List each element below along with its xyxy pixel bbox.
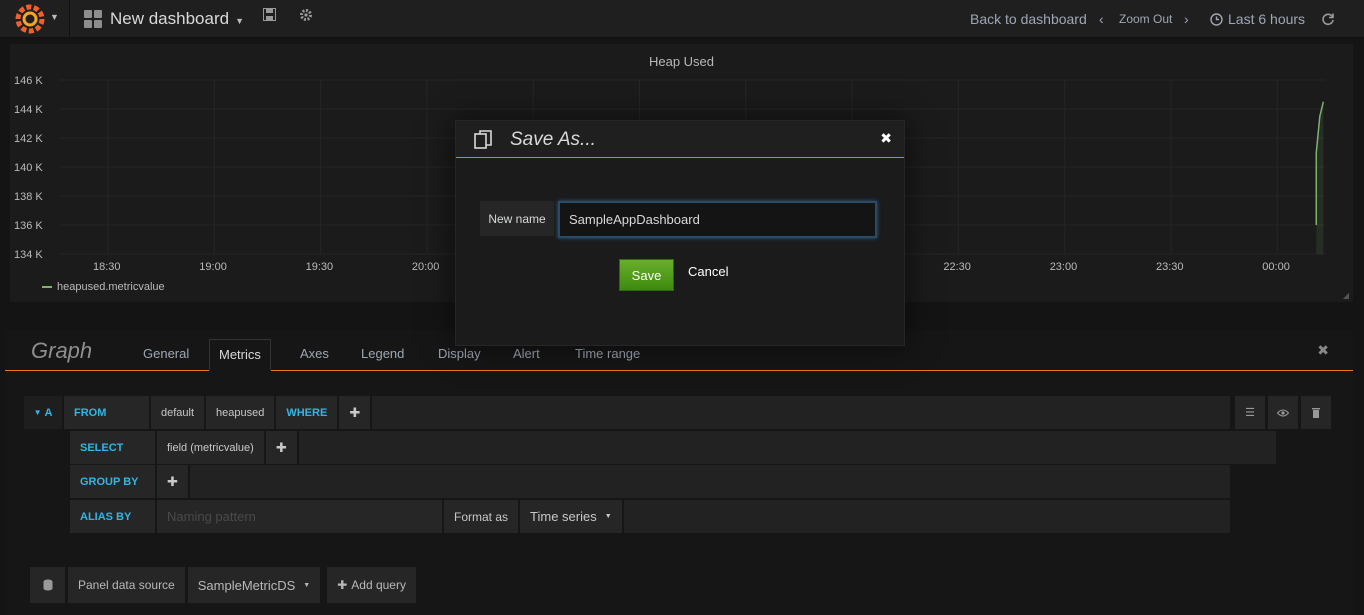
format-select-value: Time series	[530, 509, 597, 524]
y-tick-label: 146 K	[14, 75, 43, 87]
alias-input[interactable]: Naming pattern	[157, 500, 442, 533]
format-select[interactable]: Time series ▼	[520, 500, 622, 533]
group-by-keyword: GROUP BY	[70, 465, 155, 498]
eye-icon[interactable]	[1268, 396, 1298, 429]
save-as-modal: Save As... ✖ New name Save Cancel	[455, 120, 905, 346]
y-tick-label: 142 K	[14, 133, 43, 145]
save-icon[interactable]	[263, 8, 276, 24]
legend-item[interactable]: heapused.metricvalue	[42, 281, 165, 293]
query-row-select: SELECT field (metricvalue) ✚	[70, 431, 1276, 464]
x-tick-label: 23:30	[1156, 261, 1184, 273]
caret-down-icon: ▼	[50, 12, 59, 22]
row-fill	[298, 431, 1276, 464]
format-as-label: Format as	[444, 500, 519, 533]
x-tick-label: 23:00	[1050, 261, 1078, 273]
legend-label: heapused.metricvalue	[57, 281, 165, 293]
datasource-select[interactable]: SampleMetricDS ▼	[187, 567, 321, 603]
tab-metrics[interactable]: Metrics	[209, 339, 271, 371]
query-row-group-by: GROUP BY ✚	[70, 465, 1230, 498]
where-keyword: WHERE	[276, 396, 338, 429]
x-tick-label: 20:00	[412, 261, 440, 273]
x-tick-label: 19:00	[199, 261, 227, 273]
clock-icon	[1210, 12, 1223, 26]
row-fill	[189, 465, 1230, 498]
database-icon	[30, 567, 65, 603]
add-where-button[interactable]: ✚	[339, 396, 371, 429]
zoom-out-button[interactable]: Zoom Out	[1119, 0, 1172, 38]
query-row-from: ▼ A FROM default heapused WHERE ✚	[24, 396, 1230, 429]
resize-handle-icon[interactable]: ◢	[1343, 291, 1349, 300]
query-row-alias: ALIAS BY Naming pattern Format as Time s…	[70, 500, 1230, 533]
y-tick-label: 144 K	[14, 104, 43, 116]
dashboard-grid-icon	[84, 10, 102, 28]
editor-title: Graph	[31, 338, 93, 363]
back-to-dashboard-label: Back to dashboard	[970, 11, 1087, 27]
x-tick-label: 00:00	[1262, 261, 1290, 273]
add-query-label: Add query	[351, 578, 406, 592]
plus-icon: ✚	[337, 578, 348, 592]
series-area	[1316, 101, 1324, 254]
caret-down-icon: ▼	[235, 16, 244, 26]
save-button[interactable]: Save	[619, 259, 674, 291]
measurement-segment[interactable]: heapused	[206, 396, 275, 429]
time-range-label: Last 6 hours	[1228, 11, 1306, 27]
time-picker-button[interactable]: Last 6 hours	[1210, 0, 1305, 38]
select-keyword: SELECT	[70, 431, 155, 464]
tab-general[interactable]: General	[134, 339, 198, 371]
y-tick-label: 138 K	[14, 191, 43, 203]
from-keyword: FROM	[64, 396, 149, 429]
add-group-by-button[interactable]: ✚	[157, 465, 188, 498]
chevron-right-icon[interactable]: ›	[1184, 0, 1189, 38]
gear-icon[interactable]	[299, 8, 313, 25]
query-actions: ☰	[1232, 396, 1331, 429]
grafana-menu[interactable]: ▼	[0, 0, 70, 38]
back-to-dashboard-link[interactable]: Back to dashboard	[970, 0, 1087, 38]
new-name-label: New name	[480, 201, 554, 236]
datasource-row: Panel data source SampleMetricDS ▼ ✚ Add…	[30, 567, 419, 603]
row-fill	[623, 500, 1230, 533]
add-query-button[interactable]: ✚ Add query	[327, 567, 416, 603]
datasource-value: SampleMetricDS	[197, 577, 296, 593]
x-tick-label: 18:30	[93, 261, 121, 273]
policy-segment[interactable]: default	[151, 396, 205, 429]
grafana-logo-icon	[15, 4, 45, 34]
query-letter: A	[44, 406, 53, 419]
add-select-button[interactable]: ✚	[265, 431, 297, 464]
trash-icon[interactable]	[1301, 396, 1331, 429]
query-letter-toggle[interactable]: ▼ A	[24, 396, 62, 429]
modal-title: Save As...	[510, 129, 596, 150]
tab-axes[interactable]: Axes	[291, 339, 338, 371]
new-name-input[interactable]	[558, 201, 877, 238]
series-swatch	[42, 286, 52, 288]
caret-down-icon: ▼	[303, 581, 311, 589]
refresh-icon[interactable]	[1321, 0, 1335, 38]
y-tick-label: 136 K	[14, 220, 43, 232]
x-tick-label: 19:30	[306, 261, 334, 273]
row-fill	[372, 396, 1230, 429]
datasource-label: Panel data source	[68, 567, 185, 603]
zoom-out-label: Zoom Out	[1119, 12, 1173, 26]
menu-icon[interactable]: ☰	[1235, 396, 1265, 429]
modal-header: Save As... ✖	[456, 121, 904, 158]
alias-by-keyword: ALIAS BY	[70, 500, 155, 533]
dashboard-title: New dashboard	[110, 9, 230, 28]
x-tick-label: 22:30	[943, 261, 971, 273]
caret-down-icon: ▼	[604, 513, 612, 520]
select-field-segment[interactable]: field (metricvalue)	[157, 431, 264, 464]
top-navbar: ▼ New dashboard ▼ Back to dashboard ‹ Zo…	[0, 0, 1364, 38]
dashboard-picker[interactable]: New dashboard ▼	[84, 0, 244, 38]
cancel-button[interactable]: Cancel	[688, 264, 728, 279]
chevron-left-icon[interactable]: ‹	[1099, 0, 1104, 38]
close-icon[interactable]: ✖	[1317, 342, 1329, 359]
tab-legend[interactable]: Legend	[352, 339, 413, 371]
y-tick-label: 140 K	[14, 162, 43, 174]
copy-icon	[474, 130, 494, 153]
y-tick-label: 134 K	[14, 249, 43, 261]
caret-down-icon: ▼	[33, 408, 42, 417]
close-icon[interactable]: ✖	[880, 130, 892, 147]
